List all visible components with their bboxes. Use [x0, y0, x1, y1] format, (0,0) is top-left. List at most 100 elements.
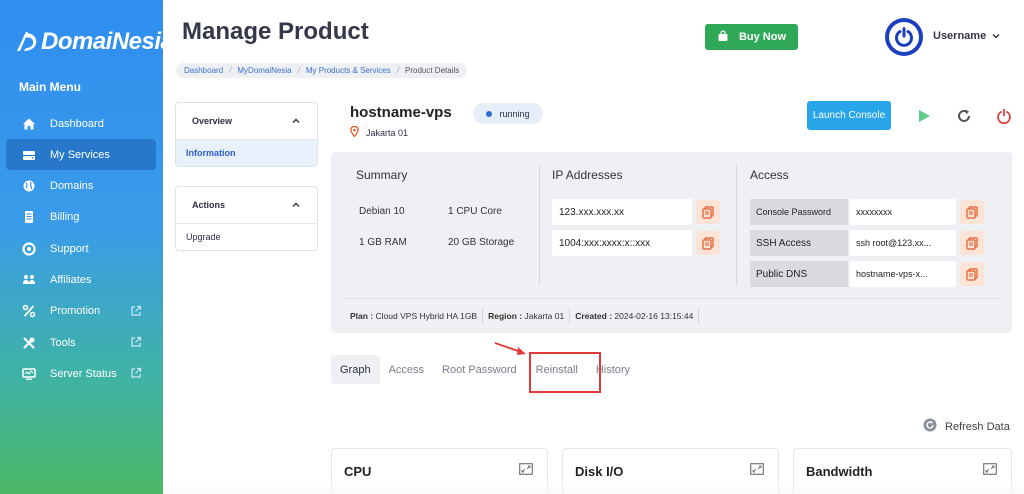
- column-divider: [736, 165, 737, 285]
- server-hostname: hostname-vps: [350, 104, 452, 121]
- sidebar-item-label: Dashboard: [50, 117, 104, 130]
- sidebar-item-dashboard[interactable]: Dashboard: [6, 108, 156, 139]
- sidebar-item-billing[interactable]: Billing: [6, 202, 156, 233]
- expand-icon[interactable]: [983, 463, 997, 475]
- sidebar-item-domains[interactable]: Domains: [6, 171, 156, 202]
- sidebar-item-tools[interactable]: Tools: [6, 327, 156, 358]
- expand-icon[interactable]: [519, 463, 533, 475]
- tab-graph[interactable]: Graph: [331, 355, 380, 384]
- copy-icon: [966, 236, 978, 250]
- expand-icon[interactable]: [750, 463, 764, 475]
- sidebar-item-label: Server Status: [50, 367, 117, 380]
- copy-console-password-button[interactable]: [960, 200, 984, 224]
- copy-ipv6-button[interactable]: [696, 231, 720, 255]
- highlight-box: [529, 352, 601, 393]
- summary-title: Summary: [356, 168, 408, 182]
- power-logo-icon: [889, 22, 919, 52]
- divider: [344, 298, 1000, 299]
- restart-icon[interactable]: [956, 108, 972, 124]
- overview-title: Overview: [192, 116, 233, 126]
- sidebar-item-my-services[interactable]: My Services: [6, 139, 156, 171]
- breadcrumb-mydomainesia[interactable]: MyDomaiNesia: [237, 66, 291, 75]
- play-icon[interactable]: [916, 108, 932, 124]
- location-label: Jakarta 01: [366, 127, 409, 138]
- copy-icon: [966, 205, 978, 219]
- domainesia-logo[interactable]: DomaiNesia: [14, 22, 174, 62]
- username[interactable]: Username: [933, 30, 986, 42]
- console-password-field[interactable]: xxxxxxxx: [850, 199, 956, 225]
- breadcrumb-separator: /: [396, 66, 399, 75]
- breadcrumb-separator: /: [297, 66, 300, 75]
- cpu-card-title: CPU: [344, 464, 372, 479]
- sidebar-item-server-status[interactable]: Server Status: [6, 358, 156, 389]
- sidebar-item-support[interactable]: Support: [6, 233, 156, 264]
- created-label: Created :: [575, 311, 613, 321]
- logo-mark-icon: [17, 32, 37, 51]
- breadcrumb-dashboard[interactable]: Dashboard: [184, 66, 223, 75]
- ipv4-field[interactable]: 123.xxx.xxx.xx: [552, 199, 692, 225]
- overview-item-information[interactable]: Information: [176, 140, 317, 166]
- sidebar-item-promotion[interactable]: Promotion: [6, 296, 156, 327]
- sidebar-item-label: Billing: [50, 211, 80, 224]
- breadcrumb-product-details: Product Details: [405, 66, 460, 75]
- actions-header[interactable]: Actions: [176, 187, 317, 224]
- chevron-up-icon: [292, 202, 300, 207]
- shopping-bag-icon: [717, 29, 729, 45]
- summary-cpu: 1 CPU Core: [448, 206, 502, 217]
- breadcrumb-separator: /: [229, 66, 232, 75]
- plan-label: Plan :: [350, 311, 374, 321]
- breadcrumb-my-products[interactable]: My Products & Services: [306, 66, 391, 75]
- buy-now-button[interactable]: Buy Now: [705, 24, 798, 50]
- console-password-label: Console Password: [750, 199, 848, 225]
- breadcrumb: Dashboard / MyDomaiNesia / My Products &…: [176, 63, 468, 78]
- globe-icon: [22, 179, 36, 193]
- server-icon: [22, 148, 36, 162]
- home-icon: [22, 117, 36, 131]
- sidebar-item-label: My Services: [50, 148, 110, 161]
- public-dns-field[interactable]: hostname-vps-x...: [850, 261, 956, 287]
- status-label: running: [499, 108, 530, 119]
- power-icon[interactable]: [996, 108, 1012, 124]
- footer-separator: [569, 309, 571, 323]
- external-link-icon: [130, 305, 142, 317]
- ssh-access-field[interactable]: ssh root@123.xx...: [850, 230, 956, 256]
- copy-public-dns-button[interactable]: [960, 262, 984, 286]
- region-label: Region :: [488, 311, 523, 321]
- sidebar-item-label: Affiliates: [50, 273, 92, 286]
- sidebar-item-label: Domains: [50, 180, 94, 193]
- overview-header[interactable]: Overview: [176, 103, 317, 140]
- sidebar-item-label: Tools: [50, 336, 76, 349]
- plan-value: Cloud VPS Hybrid HA 1GB: [375, 311, 478, 321]
- copy-ssh-access-button[interactable]: [960, 231, 984, 255]
- sidebar-item-label: Support: [50, 242, 89, 255]
- copy-icon: [702, 205, 714, 219]
- ssh-access-label: SSH Access: [750, 230, 848, 256]
- sidebar-item-affiliates[interactable]: Affiliates: [6, 264, 156, 295]
- annotation-arrow-icon: [494, 342, 526, 355]
- summary-ram: 1 GB RAM: [359, 237, 407, 248]
- refresh-data-button[interactable]: Refresh Data: [923, 418, 1010, 435]
- bandwidth-card-title: Bandwidth: [806, 464, 873, 479]
- refresh-icon: [923, 418, 937, 435]
- tab-root-password[interactable]: Root Password: [433, 355, 526, 384]
- avatar[interactable]: [885, 18, 923, 56]
- overview-panel: Overview Information: [175, 102, 318, 167]
- buy-now-label: Buy Now: [738, 31, 787, 43]
- status-dot-icon: [486, 110, 493, 117]
- external-link-icon: [130, 336, 142, 348]
- access-title: Access: [750, 168, 789, 182]
- tab-access[interactable]: Access: [380, 355, 433, 384]
- percent-icon: [22, 304, 36, 318]
- actions-panel: Actions Upgrade: [175, 186, 318, 251]
- actions-item-upgrade[interactable]: Upgrade: [176, 224, 317, 250]
- ipv6-field[interactable]: 1004:xxx:xxxx:x::xxx: [552, 230, 692, 256]
- copy-ipv4-button[interactable]: [696, 200, 720, 224]
- main-menu-title: Main Menu: [19, 80, 81, 94]
- actions-title: Actions: [192, 200, 226, 210]
- chevron-down-icon[interactable]: [991, 31, 1001, 41]
- summary-storage: 20 GB Storage: [448, 237, 515, 248]
- tools-icon: [22, 336, 36, 350]
- launch-console-button[interactable]: Launch Console: [807, 101, 891, 130]
- ip-addresses-title: IP Addresses: [552, 168, 623, 182]
- refresh-label: Refresh Data: [945, 420, 1010, 433]
